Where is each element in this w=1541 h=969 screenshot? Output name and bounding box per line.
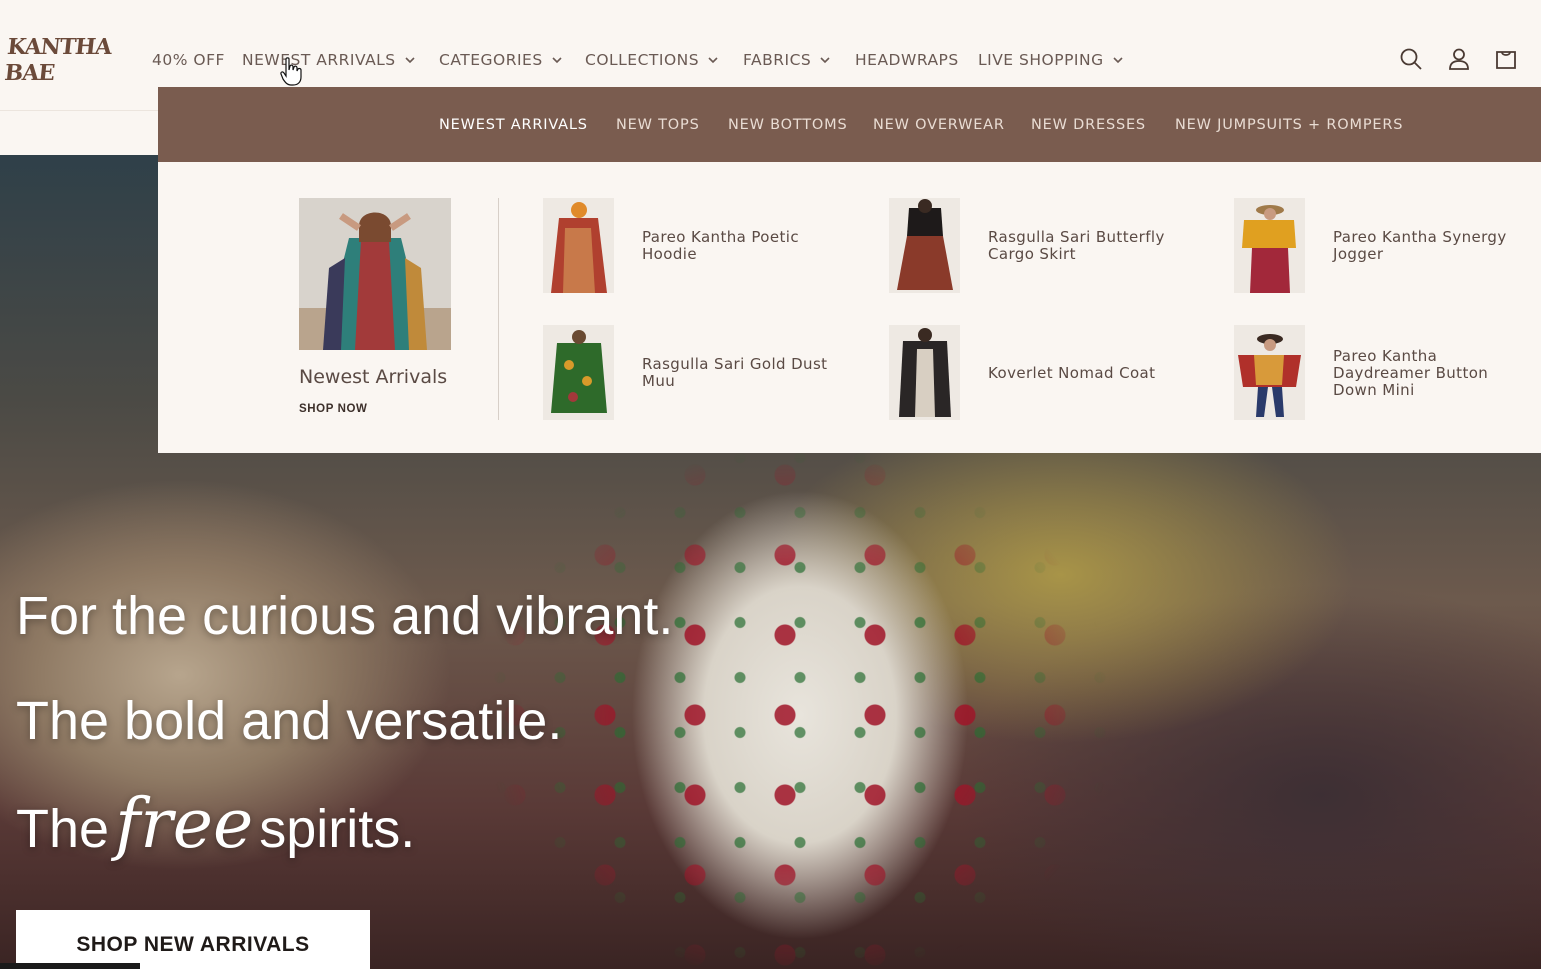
submenu-new-jumpsuits-rompers[interactable]: NEW JUMPSUITS + ROMPERS <box>1175 87 1403 162</box>
nav-label: LIVE SHOPPING <box>978 51 1104 69</box>
brand-logo[interactable]: KANTHA BAE <box>3 34 120 86</box>
product-thumbnail[interactable] <box>889 325 960 420</box>
hero-headline-1: For the curious and vibrant. <box>16 586 674 646</box>
hero-headline-3: Thefree spirits. <box>16 785 415 864</box>
nav-label: FABRICS <box>743 51 812 69</box>
nav-item-fabrics[interactable]: FABRICS <box>743 47 830 73</box>
chevron-down-icon <box>820 56 830 64</box>
product-thumbnail[interactable] <box>889 198 960 293</box>
product-item[interactable]: Pareo Kantha Poetic Hoodie <box>543 198 873 294</box>
submenu-new-dresses[interactable]: NEW DRESSES <box>1031 87 1146 162</box>
nav-label: NEWEST ARRIVALS <box>242 51 396 69</box>
product-item[interactable]: Pareo Kantha Daydreamer Button Down Mini <box>1234 325 1541 421</box>
product-thumbnail[interactable] <box>1234 198 1305 293</box>
nav-item-categories[interactable]: CATEGORIES <box>439 47 562 73</box>
nav-item-headwraps[interactable]: HEADWRAPS <box>855 47 959 73</box>
product-name[interactable]: Pareo Kantha Daydreamer Button Down Mini <box>1333 325 1533 421</box>
hero-line3-start: The <box>16 799 110 859</box>
product-item[interactable]: Rasgulla Sari Butterfly Cargo Skirt <box>889 198 1219 294</box>
submenu-newest-arrivals[interactable]: NEWEST ARRIVALS <box>439 87 588 162</box>
submenu-new-tops[interactable]: NEW TOPS <box>616 87 700 162</box>
product-name[interactable]: Pareo Kantha Synergy Jogger <box>1333 198 1533 294</box>
account-icon[interactable] <box>1446 46 1472 72</box>
nav-item-newest-arrivals[interactable]: NEWEST ARRIVALS <box>242 47 415 73</box>
submenu-new-overwear[interactable]: NEW OVERWEAR <box>873 87 1005 162</box>
product-thumbnail[interactable] <box>1234 325 1305 420</box>
chevron-down-icon <box>708 56 718 64</box>
product-name[interactable]: Rasgulla Sari Butterfly Cargo Skirt <box>988 198 1188 294</box>
product-name[interactable]: Pareo Kantha Poetic Hoodie <box>642 198 842 294</box>
progress-indicator <box>0 963 140 969</box>
nav-item-collections[interactable]: COLLECTIONS <box>585 47 718 73</box>
hero-line3-script: free <box>115 785 254 864</box>
hand-cursor-icon <box>280 57 302 87</box>
submenu-bar: NEWEST ARRIVALS NEW TOPS NEW BOTTOMS NEW… <box>158 87 1541 162</box>
nav-item-live-shopping[interactable]: LIVE SHOPPING <box>978 47 1123 73</box>
nav-label: HEADWRAPS <box>855 51 959 69</box>
mega-menu-newest-arrivals: NEWEST ARRIVALS NEW TOPS NEW BOTTOMS NEW… <box>158 87 1541 453</box>
chevron-down-icon <box>405 56 415 64</box>
product-thumbnail[interactable] <box>543 198 614 293</box>
chevron-down-icon <box>1113 56 1123 64</box>
nav-item-sale[interactable]: 40% OFF <box>152 47 225 73</box>
search-icon[interactable] <box>1398 46 1424 72</box>
product-item[interactable]: Pareo Kantha Synergy Jogger <box>1234 198 1541 294</box>
hero-headline-2: The bold and versatile. <box>16 691 563 751</box>
product-name[interactable]: Rasgulla Sari Gold Dust Muu <box>642 325 842 421</box>
chevron-down-icon <box>552 56 562 64</box>
hero-line3-end: spirits. <box>259 799 416 859</box>
panel-divider <box>498 198 499 420</box>
feature-image[interactable] <box>299 198 451 350</box>
nav-label: CATEGORIES <box>439 51 543 69</box>
product-item[interactable]: Koverlet Nomad Coat <box>889 325 1219 421</box>
nav-label: 40% OFF <box>152 51 225 69</box>
submenu-new-bottoms[interactable]: NEW BOTTOMS <box>728 87 847 162</box>
product-thumbnail[interactable] <box>543 325 614 420</box>
nav-label: COLLECTIONS <box>585 51 700 69</box>
mega-menu-panel: Newest Arrivals SHOP NOW Pareo Kantha Po… <box>158 162 1541 453</box>
cart-icon[interactable] <box>1493 46 1519 72</box>
shop-now-link[interactable]: SHOP NOW <box>299 403 367 415</box>
product-name[interactable]: Koverlet Nomad Coat <box>988 325 1188 421</box>
feature-title[interactable]: Newest Arrivals <box>299 366 447 388</box>
shop-new-arrivals-button[interactable]: SHOP NEW ARRIVALS <box>16 910 370 969</box>
product-item[interactable]: Rasgulla Sari Gold Dust Muu <box>543 325 873 421</box>
